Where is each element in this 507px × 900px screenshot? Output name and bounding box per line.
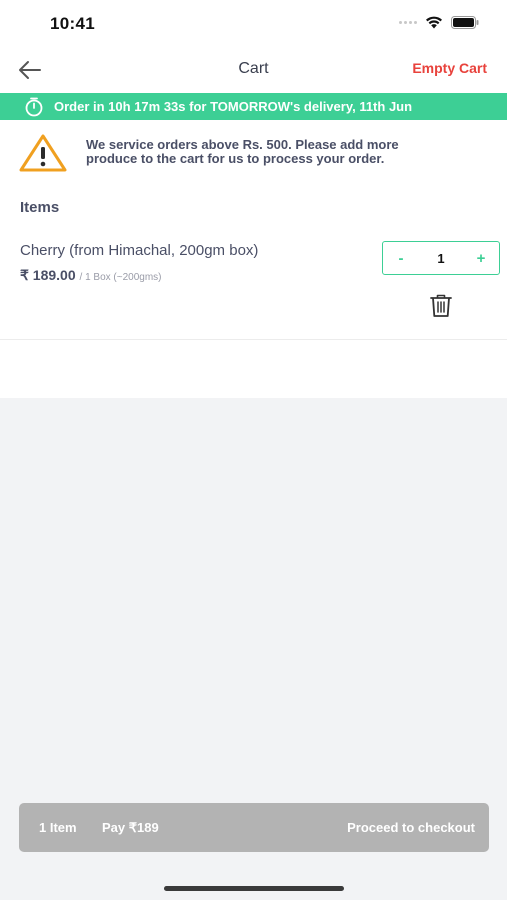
timer-icon <box>25 97 43 116</box>
home-indicator[interactable] <box>164 886 344 891</box>
quantity-stepper: - 1 + <box>382 241 500 275</box>
trash-icon[interactable] <box>428 292 454 318</box>
nav-bar: Cart Empty Cart <box>0 48 507 92</box>
status-icons <box>399 16 479 29</box>
status-time: 10:41 <box>50 14 95 33</box>
min-order-notice: We service orders above Rs. 500. Please … <box>18 133 488 175</box>
increase-quantity-button[interactable]: + <box>463 242 499 274</box>
checkout-pay-amount: Pay ₹189 <box>102 820 159 835</box>
quantity-value: 1 <box>437 250 445 266</box>
min-order-line2: produce to the cart for us to process yo… <box>86 151 385 166</box>
item-name: Cherry (from Himachal, 200gm box) <box>20 242 259 259</box>
item-unit: / 1 Box (~200gms) <box>79 272 162 283</box>
decrease-quantity-button[interactable]: - <box>383 242 419 274</box>
min-order-line1: We service orders above Rs. 500. Please … <box>86 137 399 152</box>
wifi-icon <box>426 16 442 29</box>
delivery-countdown: Order in 10h 17m 33s for TOMORROW's deli… <box>54 99 413 114</box>
cart-item: Cherry (from Himachal, 200gm box) ₹ 189.… <box>0 232 507 340</box>
checkout-item-count: 1 Item <box>39 820 77 835</box>
min-order-text: We service orders above Rs. 500. Please … <box>86 138 399 166</box>
status-bar: 10:41 <box>0 0 507 48</box>
item-price-row: ₹ 189.00 / 1 Box (~200gms) <box>20 267 162 284</box>
warning-icon <box>19 134 67 172</box>
item-price: ₹ 189.00 <box>20 267 76 283</box>
cart-panel: 10:41 Cart Empty Cart Order in 10h 17m 3… <box>0 0 507 398</box>
delivery-banner: Order in 10h 17m 33s for TOMORROW's deli… <box>0 93 507 120</box>
signal-icon <box>399 21 417 24</box>
checkout-bar[interactable]: 1 Item Pay ₹189 Proceed to checkout <box>19 803 489 852</box>
battery-icon <box>451 16 479 29</box>
proceed-to-checkout-button[interactable]: Proceed to checkout <box>347 820 475 835</box>
empty-cart-button[interactable]: Empty Cart <box>412 60 487 76</box>
items-heading: Items <box>20 199 60 216</box>
